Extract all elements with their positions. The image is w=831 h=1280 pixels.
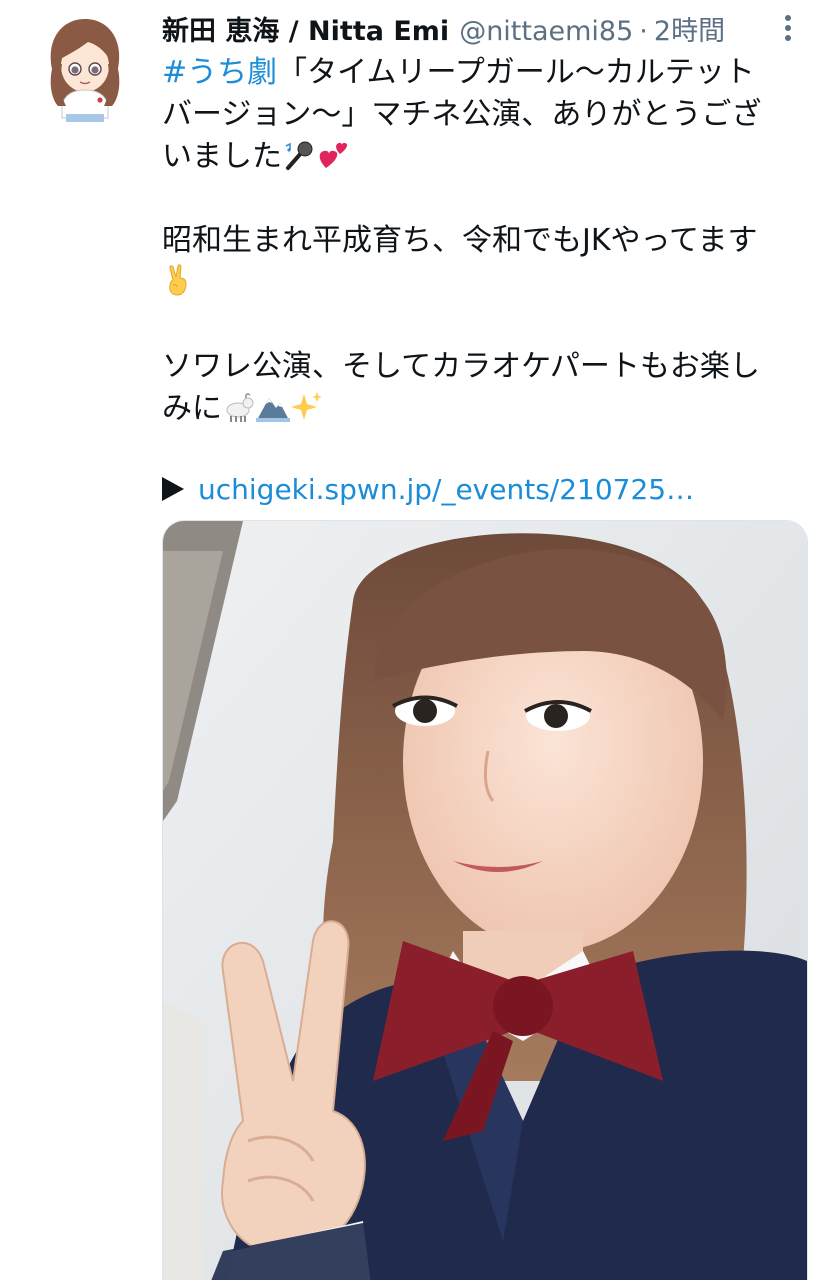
- timestamp[interactable]: 2時間: [654, 14, 725, 50]
- tweet-line-6: ソワレ公演、そしてカラオケパートもお楽し: [162, 349, 760, 384]
- sparkles-emoji-icon: [291, 392, 322, 420]
- tweet-line-3: いました: [162, 136, 802, 178]
- user-handle[interactable]: @nittaemi85: [459, 14, 633, 50]
- more-vertical-icon: [785, 15, 791, 41]
- two-hearts-emoji-icon: [319, 142, 348, 168]
- link-row: uchigeki.spwn.jp/_events/210725…: [162, 470, 802, 510]
- tweet-line-1-text: 「タイムリープガール～カルテット: [277, 55, 755, 90]
- mountain-emoji-icon: [256, 398, 290, 422]
- tweet-line-7-text: みに: [162, 391, 222, 426]
- selfie-photo-illustration: [163, 521, 807, 1280]
- tweet-photo[interactable]: [162, 520, 808, 1280]
- tweet-line-1: #うち劇「タイムリープガール～カルテット: [162, 52, 802, 94]
- tweet-line-5: [162, 262, 802, 304]
- avatar[interactable]: [42, 14, 128, 124]
- goat-emoji-icon: [226, 393, 254, 422]
- separator-dot: ·: [639, 16, 648, 47]
- tweet[interactable]: 新田 恵海 / Nitta Emi @nittaemi85 · 2時間 #うち劇…: [0, 0, 831, 1280]
- tweet-header: 新田 恵海 / Nitta Emi @nittaemi85 · 2時間: [162, 12, 782, 52]
- tweet-line-7: みに: [162, 388, 802, 430]
- more-options-button[interactable]: [770, 10, 806, 46]
- event-url-link[interactable]: uchigeki.spwn.jp/_events/210725…: [198, 473, 694, 506]
- hashtag-link[interactable]: #うち劇: [162, 55, 277, 90]
- tweet-line-2: バージョン～」マチネ公演、ありがとうござ: [162, 97, 762, 132]
- tweet-text: #うち劇「タイムリープガール～カルテット バージョン～」マチネ公演、ありがとうご…: [162, 52, 802, 430]
- microphone-emoji-icon: [285, 141, 313, 170]
- tweet-line-4: 昭和生まれ平成育ち、令和でもJKやってます: [162, 223, 758, 258]
- play-triangle-icon: [162, 477, 184, 501]
- tweet-line-3-text: いました: [162, 139, 282, 174]
- display-name[interactable]: 新田 恵海 / Nitta Emi: [162, 14, 449, 50]
- victory-hand-emoji-icon: [169, 264, 187, 296]
